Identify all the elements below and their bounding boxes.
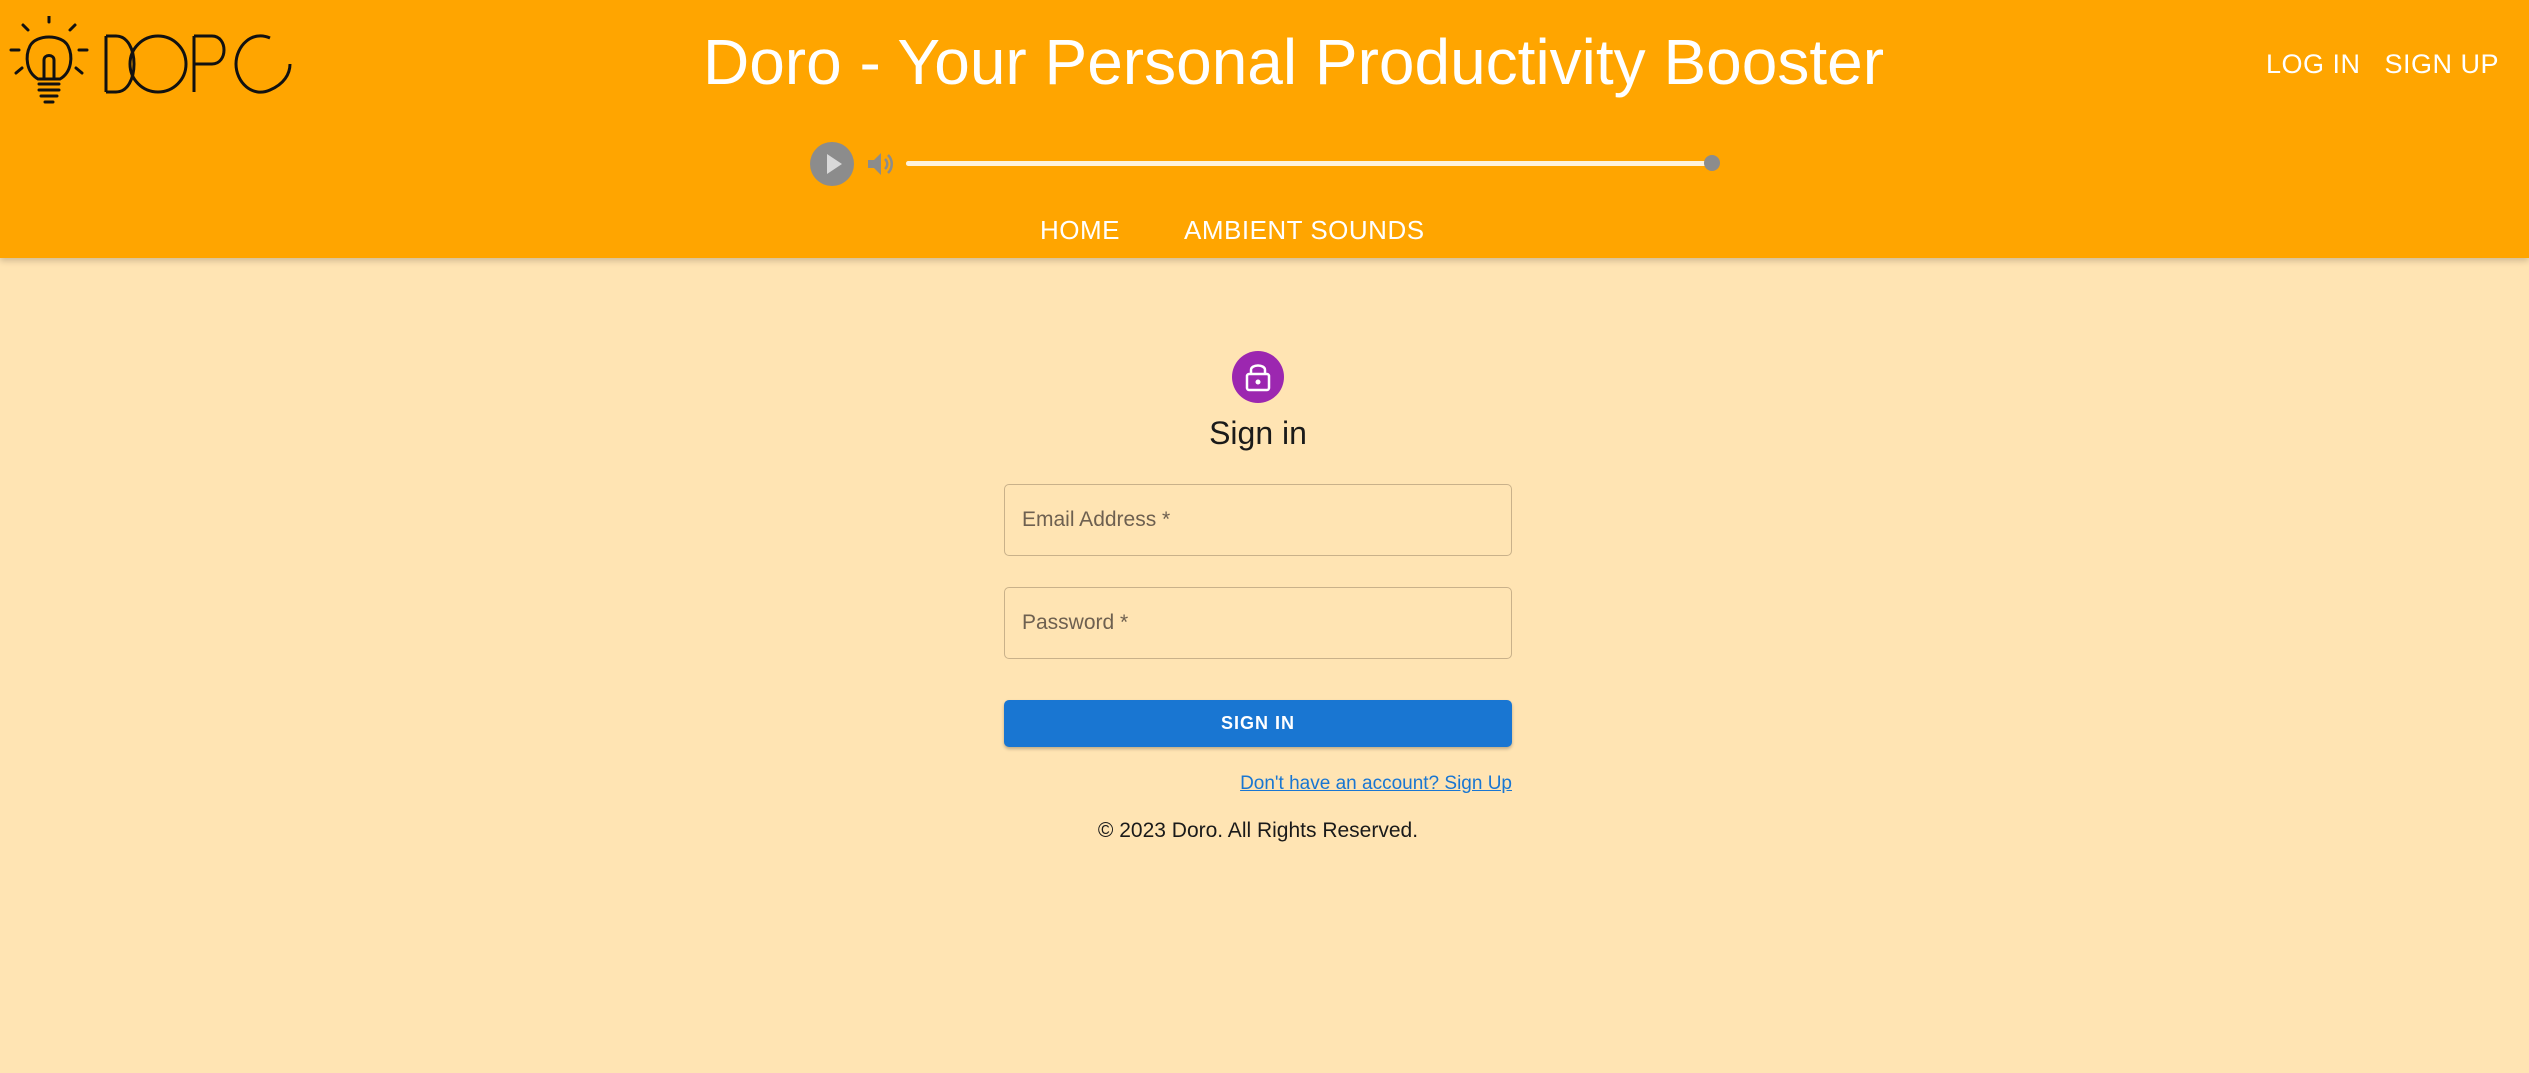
password-field[interactable]: Password *	[1004, 587, 1512, 659]
auth-links: LOG IN SIGN UP	[2266, 44, 2499, 84]
signup-link[interactable]: Don't have an account? Sign Up	[1240, 770, 1512, 798]
signin-button[interactable]: SIGN IN	[1004, 700, 1512, 747]
progress-fill	[906, 161, 1712, 166]
email-field[interactable]: Email Address *	[1004, 484, 1512, 556]
volume-icon[interactable]	[866, 150, 896, 178]
progress-slider[interactable]	[906, 155, 1720, 171]
nav-ambient-sounds[interactable]: AMBIENT SOUNDS	[1184, 208, 1425, 252]
progress-thumb[interactable]	[1704, 155, 1720, 171]
audio-player	[810, 142, 1722, 186]
signup-link-header[interactable]: SIGN UP	[2384, 44, 2499, 84]
signin-heading: Sign in	[1209, 415, 1307, 451]
play-icon[interactable]	[810, 142, 854, 186]
email-input[interactable]	[1005, 485, 1511, 555]
main-nav: HOME AMBIENT SOUNDS	[1040, 208, 1425, 252]
doro-logo[interactable]	[8, 14, 298, 112]
password-input[interactable]	[1005, 588, 1511, 658]
logo-bulb-icon	[9, 14, 292, 104]
lock-icon	[1232, 351, 1284, 403]
app-bar: Doro - Your Personal Productivity Booste…	[0, 0, 2529, 258]
login-link[interactable]: LOG IN	[2266, 44, 2361, 84]
app-title: Doro - Your Personal Productivity Booste…	[702, 26, 1885, 98]
copyright-text: © 2023 Doro. All Rights Reserved.	[1097, 819, 1419, 842]
nav-home[interactable]: HOME	[1040, 208, 1120, 252]
